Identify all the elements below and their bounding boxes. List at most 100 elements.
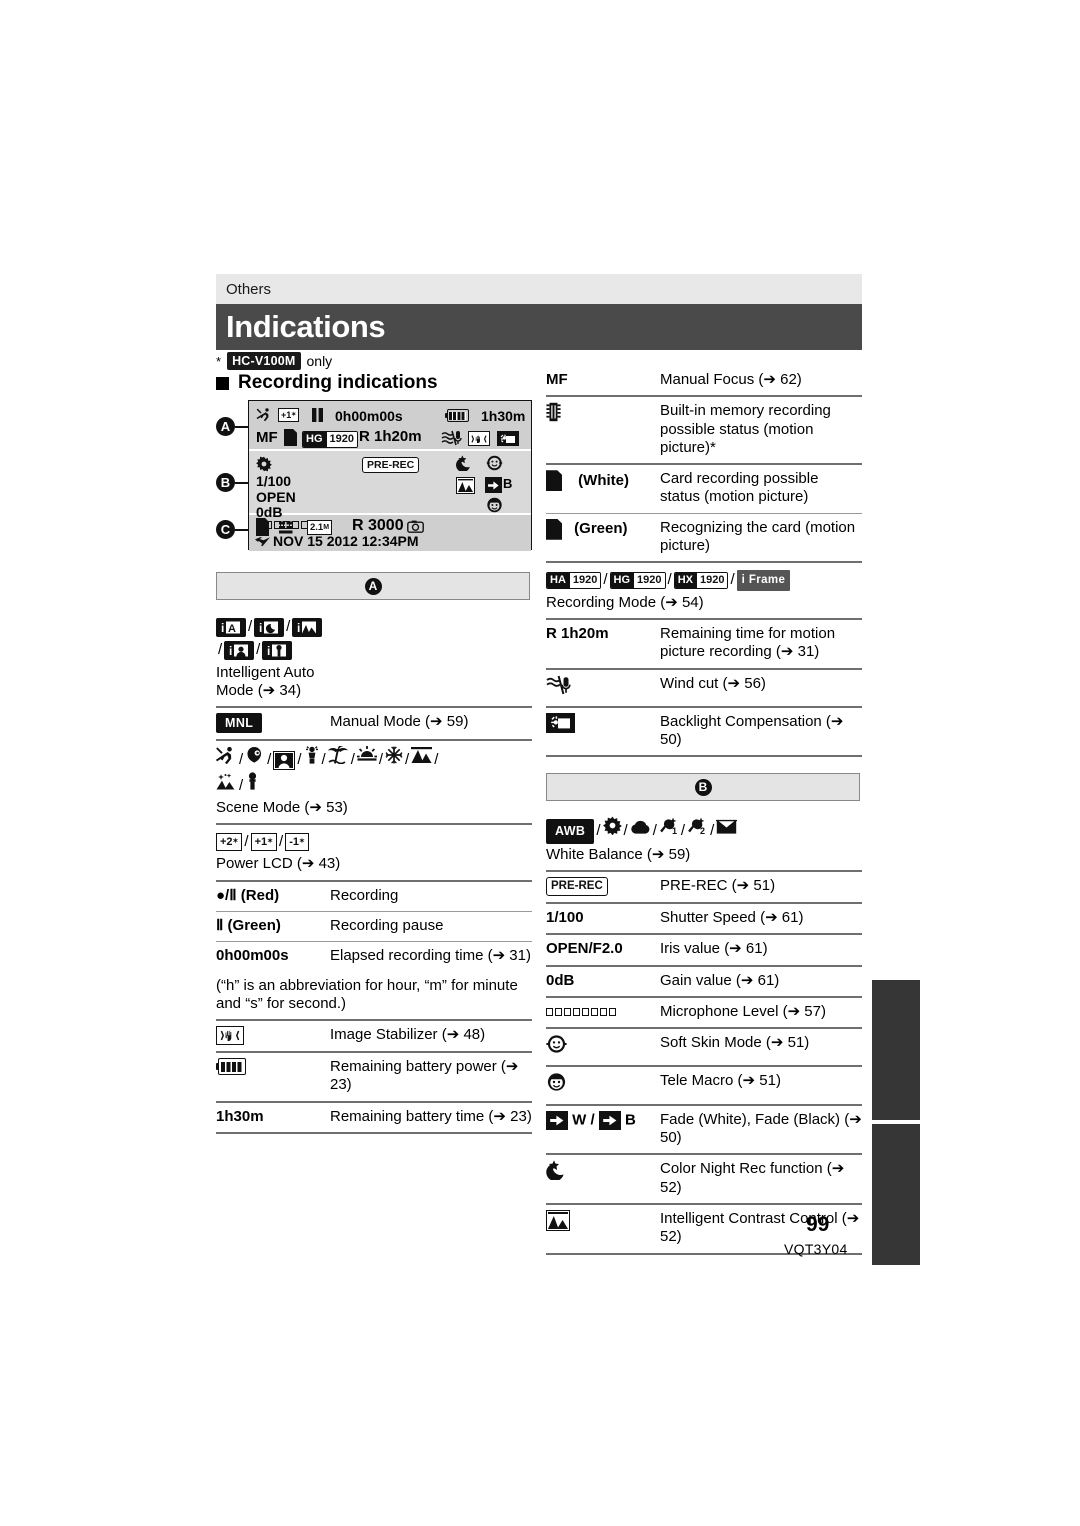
fade-value: Fade (White), Fade (Black) (➔ 50) [660,1103,862,1155]
fade-white-icon [546,1110,568,1130]
table-row: OPEN/F2.0 Iris value (➔ 61) [546,933,862,966]
white-balance-cell: AWB / //1/2/ White Balance (➔ 59) [546,811,862,871]
marker-b: B [216,473,235,492]
scene-soft-skin-icon [273,750,296,770]
prerec-chip: PRE-REC [546,876,608,896]
table-row: Soft Skin Mode (➔ 51) [546,1027,862,1067]
color-night-rec-key [546,1153,660,1204]
table-row: AWB / //1/2/ White Balance (➔ 59) [546,811,862,871]
builtin-memory-value: Built-in memory recording possible statu… [660,395,862,465]
image-stabilizer-key [216,1019,330,1053]
svg-text:1: 1 [672,826,677,835]
scene-sports-icon [215,747,237,768]
table-row: Built-in memory recording possible statu… [546,395,862,465]
tele-macro-icon [546,1073,567,1096]
table-row: Wind cut (➔ 56) [546,667,862,707]
lcd-screen: +1 ✶ 0h00m00s 1h30m MF HG 1920 R 1h20m 1… [248,400,532,551]
table-row: ●/Ⅱ (Red) Recording [216,879,532,912]
lcd-mf-label: MF [256,429,278,446]
lcd-soft-skin-icon [486,455,503,474]
table-row: Ⅱ (Green) Recording pause [216,910,532,942]
lcd-remaining-time: R 1h20m [359,428,422,445]
table-row: Microphone Level (➔ 57) [546,995,862,1029]
gain-value-key: 0dB [546,964,660,997]
marker-c-leader [235,529,249,531]
intelligent-auto-caption: Intelligent Auto Mode (➔ 34) [216,663,315,699]
lcd-prerec-chip: PRE-REC [362,457,420,473]
microphone-level-value: Microphone Level (➔ 57) [660,995,862,1029]
ia-auto-icon: iA [216,617,246,637]
power-lcd-icon-group: +2 ✶ / +1 ✶ / -1 ✶ [216,830,532,853]
elapsed-time-key: 0h00m00s [216,941,330,972]
remaining-time-key: R 1h20m [546,617,660,669]
lcd-image-stabilizer-icon [468,431,490,446]
bullet-square-icon [216,376,229,390]
side-tab-upper [872,980,920,1120]
scene-beach-icon [327,745,349,768]
card-white-key: (White) [546,463,660,514]
right-column: MF Manual Focus (➔ 62) Built-in memory r… [546,366,862,1256]
right-definition-table-top: MF Manual Focus (➔ 62) Built-in memory r… [546,366,862,759]
soft-skin-icon [546,1035,567,1058]
power-lcd-plus2-icon: +2 ✶ [216,833,243,852]
recording-mode-icon-group: HA 1920/HG 1920/HX 1920/i Frame [546,568,862,592]
ia-night-icon: i [254,617,285,637]
tele-macro-value: Tele Macro (➔ 51) [660,1065,862,1105]
lcd-intelligent-contrast-icon [456,477,475,494]
lcd-tele-macro-icon [486,497,503,516]
lcd-fade-icon: B [485,477,512,493]
page-title: Indications [226,309,386,344]
section-heading-label: Recording indications [238,372,438,393]
sd-card-icon [546,470,562,492]
scene-sunset-icon [356,746,377,768]
gain-value-value: Gain value (➔ 61) [660,964,862,997]
builtin-memory-key [546,395,660,465]
wind-cut-icon [546,675,572,699]
table-row: (“h” is an abbreviation for hour, “m” fo… [216,972,532,1021]
awb-chip: AWB [546,819,595,844]
image-stabilizer-value: Image Stabilizer (➔ 48) [330,1019,532,1053]
intelligent-auto-cell: iA / i / i / i / i Intelligent Auto Mode… [216,610,330,707]
card-green-label: (Green) [574,520,628,538]
rec-mode-hx-chip: HX 1920 [673,572,729,589]
chapter-band: Others [216,274,862,304]
intelligent-contrast-icon [546,1209,570,1231]
table-row: Remaining battery power (➔ 23) [216,1051,532,1102]
svg-text:i: i [259,621,262,635]
card-white-label: (White) [578,471,629,489]
footnote-only-label: only [306,353,333,369]
lcd-sd-card-icon [284,429,297,446]
scene-mode-icon-group-2: / [216,771,532,797]
table-row: +2 ✶ / +1 ✶ / -1 ✶ Power LCD (➔ 43) [216,823,532,881]
table-row: 0dB Gain value (➔ 61) [546,964,862,997]
table-row: (Green) Recognizing the card (motion pic… [546,512,862,563]
manual-mode-value: Manual Mode (➔ 59) [330,706,532,741]
fade-black-icon [598,1110,621,1130]
document-code: VQT3Y04 [784,1241,848,1257]
microphone-level-key [546,995,660,1029]
card-green-value: Recognizing the card (motion picture) [660,512,862,563]
table-row: Tele Macro (➔ 51) [546,1065,862,1105]
remaining-time-value: Remaining time for motion picture record… [660,617,862,669]
wb-cloud-icon [630,821,651,839]
built-in-memory-icon [546,403,561,426]
table-row: HA 1920/HG 1920/HX 1920/i Frame Recording M… [546,561,862,619]
wind-cut-key [546,667,660,707]
section-band-b-label: B [694,778,712,796]
battery-time-key: 1h30m [216,1100,330,1134]
svg-text:i: i [229,644,232,658]
iris-value-key: OPEN/F2.0 [546,933,660,966]
wind-cut-value: Wind cut (➔ 56) [660,667,862,707]
white-balance-caption: White Balance (➔ 59) [546,845,691,863]
right-definition-table-bottom: AWB / //1/2/ White Balance (➔ 59) PRE-REC … [546,811,862,1256]
card-green-key: (Green) [546,512,660,563]
lcd-world-time-icon [254,534,271,550]
soft-skin-value: Soft Skin Mode (➔ 51) [660,1027,862,1067]
left-column: A B C +1 ✶ 0h00m00s 1h30m MF HG 1920 R 1… [215,400,532,1136]
lcd-elapsed-time: 0h00m00s [335,408,403,424]
ia-macro-icon: i [262,640,293,660]
lcd-white-balance-icon [256,456,272,475]
elapsed-time-value: Elapsed recording time (➔ 31) [330,941,532,972]
marker-c: C [216,520,235,539]
ia-scenery-icon: i [292,617,323,637]
